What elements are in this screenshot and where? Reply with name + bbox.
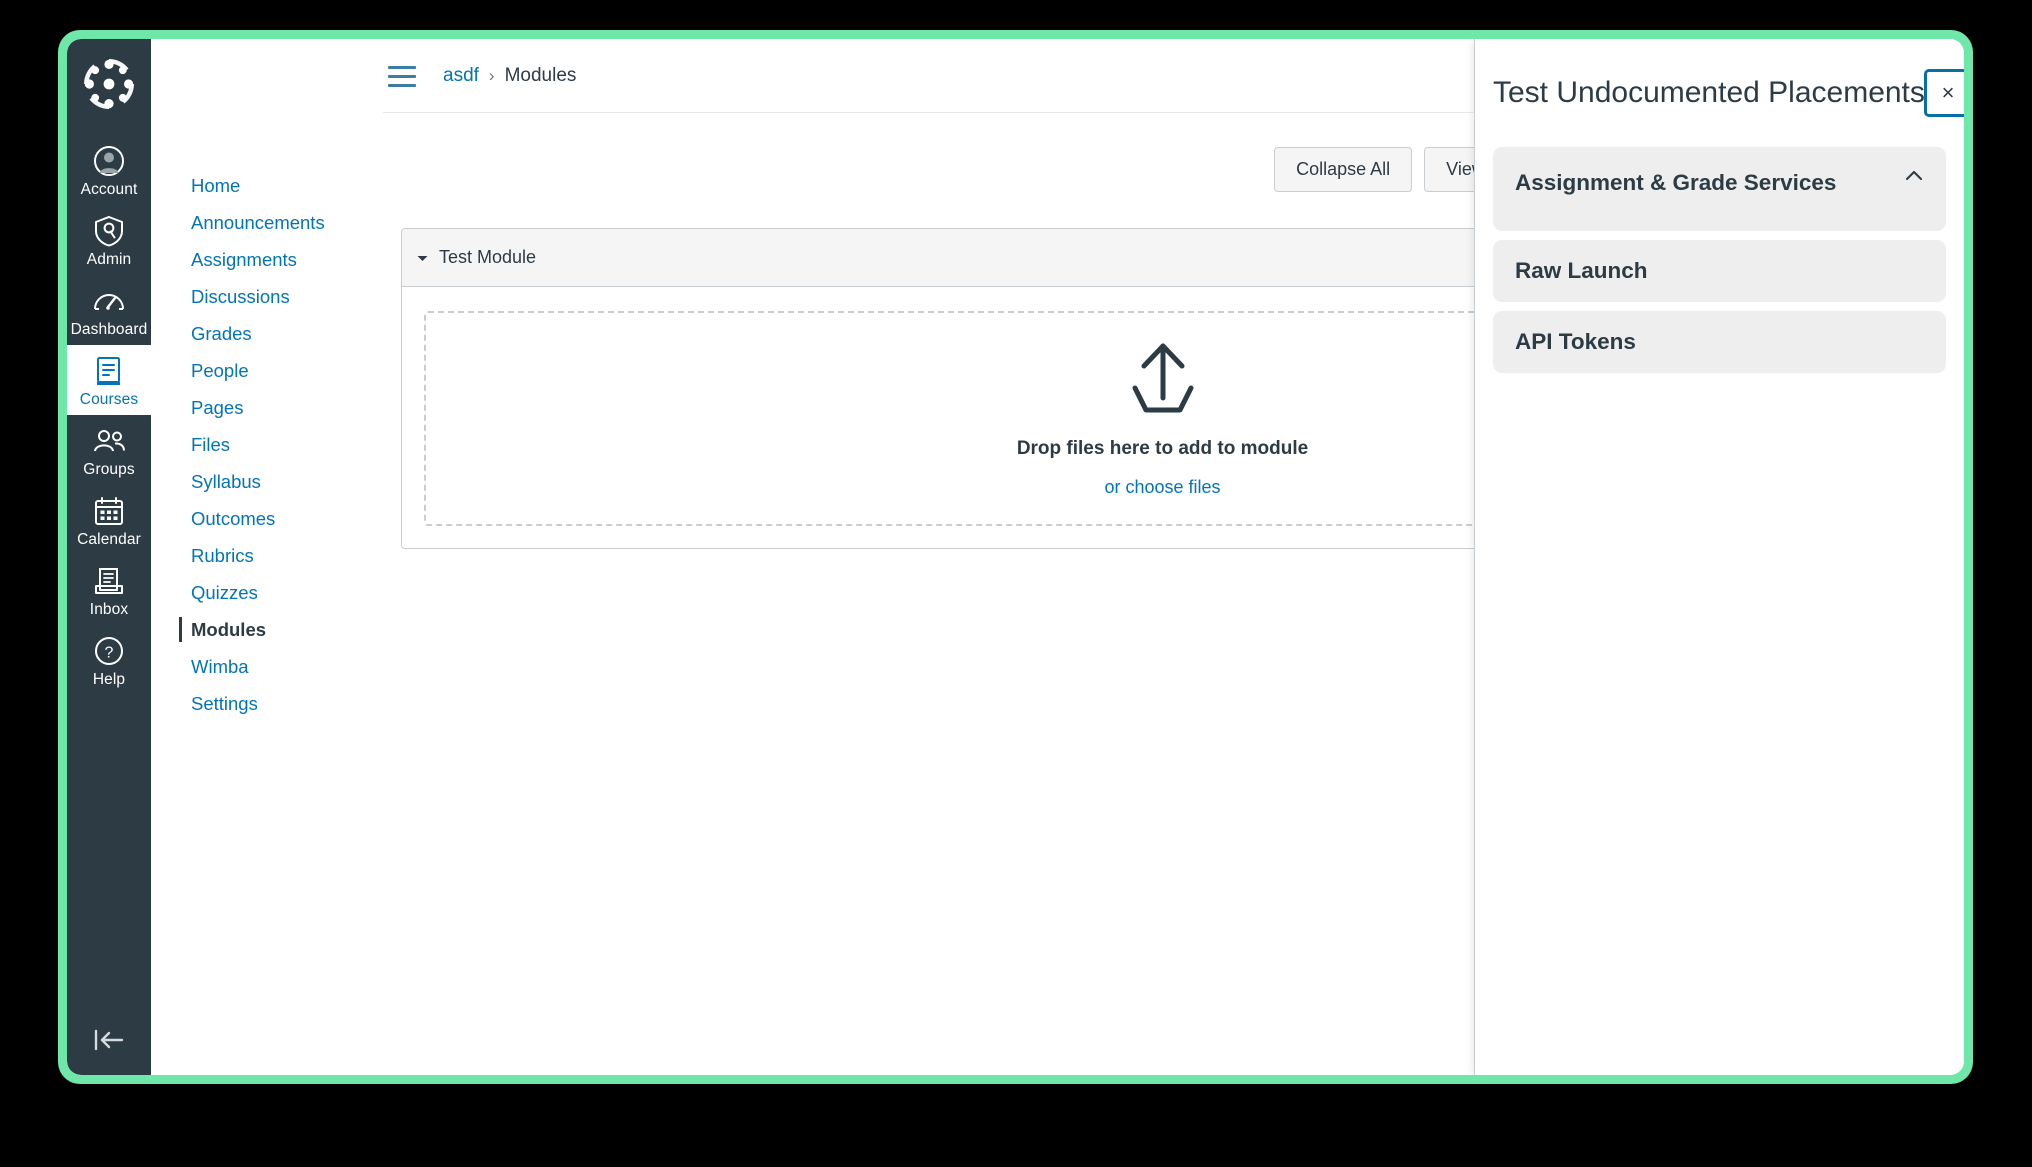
tray-item-label: API Tokens: [1515, 329, 1636, 354]
tray-item-api-tokens[interactable]: API Tokens: [1493, 311, 1946, 373]
global-nav-label: Calendar: [77, 531, 141, 548]
global-nav-item-courses[interactable]: Courses: [67, 345, 151, 415]
chevron-up-icon: [1904, 169, 1924, 182]
hamburger-menu-icon[interactable]: [381, 55, 423, 97]
global-nav-label: Account: [80, 181, 138, 198]
collapse-left-icon[interactable]: [67, 1027, 151, 1053]
course-nav-label: Grades: [191, 323, 252, 344]
course-nav-label: Wimba: [191, 656, 249, 677]
global-nav-label: Inbox: [89, 601, 129, 618]
breadcrumb-course-link[interactable]: asdf: [443, 65, 479, 87]
global-nav-label: Admin: [86, 251, 132, 268]
app-window-frame: Account Admin Dashboard Courses Groups C…: [58, 30, 1973, 1084]
tray-header: Test Undocumented Placements (... ×: [1475, 39, 1964, 147]
course-nav-label: People: [191, 360, 249, 381]
global-nav-label: Courses: [79, 391, 139, 408]
tray-item-label: Assignment & Grade Services: [1515, 170, 1837, 195]
course-nav-item-syllabus[interactable]: Syllabus: [151, 463, 361, 500]
course-nav-item-discussions[interactable]: Discussions: [151, 278, 361, 315]
question-circle-icon: ?: [92, 634, 126, 668]
course-nav-label: Home: [191, 175, 241, 196]
global-nav-label: Dashboard: [70, 321, 148, 338]
inbox-icon: [92, 564, 126, 598]
global-nav-item-inbox[interactable]: Inbox: [67, 555, 151, 625]
course-nav-item-wimba[interactable]: Wimba: [151, 648, 361, 685]
calendar-icon: [92, 494, 126, 528]
tray-title: Test Undocumented Placements (...: [1493, 76, 1933, 109]
tray-close-label: ×: [1941, 80, 1955, 105]
canvas-logo-icon[interactable]: [80, 55, 138, 113]
breadcrumb: asdf › Modules: [443, 65, 576, 87]
course-nav-label: Discussions: [191, 286, 290, 307]
course-nav-item-settings[interactable]: Settings: [151, 685, 361, 722]
dropzone-text: Drop files here to add to module: [1016, 437, 1309, 459]
choose-files-link[interactable]: or choose files: [1104, 477, 1220, 498]
course-nav-label: Files: [191, 434, 231, 455]
tray-item-raw-launch[interactable]: Raw Launch: [1493, 240, 1946, 302]
shield-icon: [92, 214, 126, 248]
svg-text:?: ?: [105, 645, 114, 662]
course-nav-item-announcements[interactable]: Announcements: [151, 204, 404, 241]
people-icon: [92, 424, 126, 458]
course-nav-label: Pages: [191, 397, 244, 418]
course-nav-label: Modules: [191, 619, 267, 640]
course-nav-item-home[interactable]: Home: [151, 167, 361, 204]
course-nav-label: Rubrics: [191, 545, 254, 566]
tray-body: Assignment & Grade Services Raw Launch A…: [1475, 147, 1964, 1075]
course-nav-item-people[interactable]: People: [151, 352, 361, 389]
course-nav-item-files[interactable]: Files: [151, 426, 404, 463]
global-nav-item-account[interactable]: Account: [67, 135, 151, 205]
course-nav-label: Quizzes: [191, 582, 258, 603]
breadcrumb-current: Modules: [504, 65, 577, 86]
book-icon: [92, 354, 126, 388]
course-navigation-menu: Home Announcements Assignments Discussio…: [151, 39, 404, 1075]
course-nav-item-outcomes[interactable]: Outcomes: [151, 500, 404, 537]
close-icon[interactable]: ×: [1924, 69, 1964, 117]
course-nav-label: Settings: [191, 693, 258, 714]
course-nav-label: Assignments: [191, 249, 297, 270]
course-nav-item-assignments[interactable]: Assignments: [151, 241, 361, 278]
course-nav-item-quizzes[interactable]: Quizzes: [151, 574, 404, 611]
main-content-area: asdf › Modules View as Student: [361, 39, 1964, 1075]
global-nav-label: Groups: [83, 461, 135, 478]
course-nav-label: Syllabus: [191, 471, 261, 492]
collapse-all-button[interactable]: Collapse All: [1274, 147, 1413, 192]
global-nav-item-dashboard[interactable]: Dashboard: [67, 275, 151, 345]
global-nav-item-admin[interactable]: Admin: [67, 205, 151, 275]
gauge-icon: [92, 284, 126, 318]
app-window: Account Admin Dashboard Courses Groups C…: [67, 39, 1964, 1075]
global-nav-item-calendar[interactable]: Calendar: [67, 485, 151, 555]
module-title: Test Module: [439, 247, 537, 267]
collapse-all-label: Collapse All: [1296, 159, 1391, 179]
course-nav-label: Outcomes: [191, 508, 276, 529]
course-nav-item-pages[interactable]: Pages: [151, 389, 404, 426]
breadcrumb-separator: ›: [488, 66, 495, 85]
tray-item-label: Raw Launch: [1515, 258, 1648, 283]
user-avatar-icon: [92, 144, 126, 178]
course-nav-item-modules[interactable]: Modules: [151, 611, 404, 648]
global-navigation-sidebar: Account Admin Dashboard Courses Groups C…: [67, 39, 151, 1075]
placements-tray: Test Undocumented Placements (... × Assi…: [1474, 39, 1964, 1075]
global-nav-item-help[interactable]: ? Help: [67, 625, 151, 695]
course-nav-item-rubrics[interactable]: Rubrics: [151, 537, 361, 574]
global-nav-label: Help: [92, 671, 126, 688]
tray-item-assignment-grade-services[interactable]: Assignment & Grade Services: [1493, 147, 1946, 231]
global-nav-item-groups[interactable]: Groups: [67, 415, 151, 485]
upload-arrow-icon: [1122, 340, 1204, 418]
course-nav-item-grades[interactable]: Grades: [151, 315, 361, 352]
course-nav-label: Announcements: [191, 212, 325, 233]
caret-down-icon[interactable]: [416, 253, 429, 263]
